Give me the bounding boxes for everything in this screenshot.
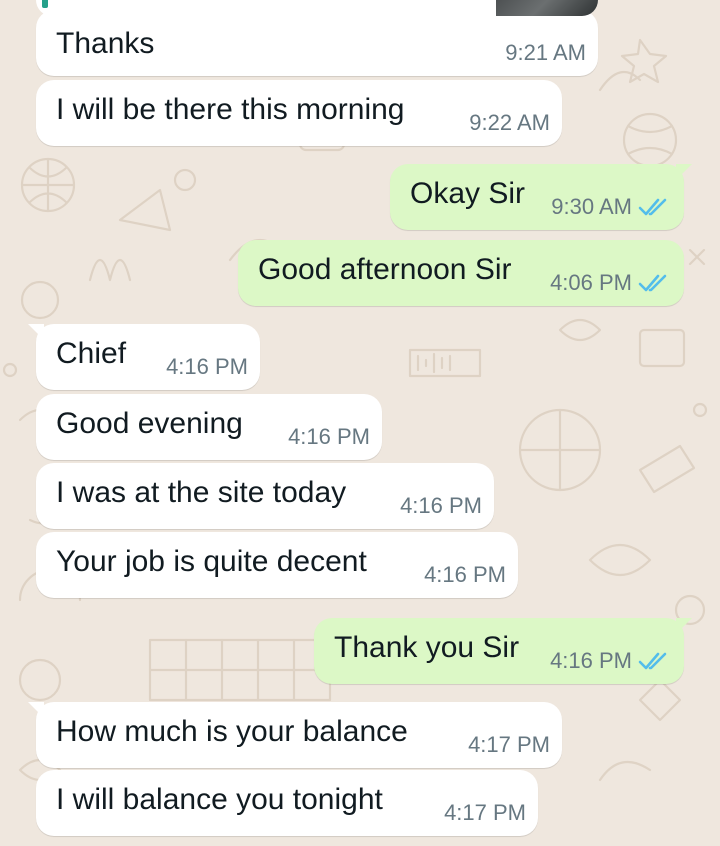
double-check-read-icon <box>638 198 667 216</box>
quote-text-cutoff <box>56 0 476 2</box>
message-meta: 4:16 PM <box>424 562 506 588</box>
message-text: Thanks <box>56 27 155 60</box>
message-time: 4:16 PM <box>400 493 482 518</box>
message-time: 4:16 PM <box>424 562 506 587</box>
message-bubble-incoming[interactable]: I will balance you tonight 4:17 PM <box>36 770 538 836</box>
message-meta: 4:06 PM <box>550 270 670 296</box>
message-text: Your job is quite decent <box>56 545 367 578</box>
message-bubble-incoming[interactable]: Thanks 9:21 AM <box>36 10 598 76</box>
bubble-tail <box>28 702 44 718</box>
message-bubble-incoming[interactable]: I was at the site today 4:16 PM <box>36 463 494 529</box>
message-bubble-outgoing[interactable]: Okay Sir 9:30 AM <box>390 164 692 230</box>
message-bubble-incoming[interactable]: I will be there this morning 9:22 AM <box>36 80 562 146</box>
message-time: 9:21 AM <box>505 40 586 65</box>
message-time: 4:16 PM <box>550 648 632 673</box>
message-meta: 9:22 AM <box>469 110 550 136</box>
message-meta: 4:16 PM <box>288 424 370 450</box>
message-time: 4:06 PM <box>550 270 632 295</box>
message-time: 4:16 PM <box>288 424 370 449</box>
bubble-tail <box>676 618 692 634</box>
double-check-read-icon <box>638 652 667 670</box>
message-time: 4:17 PM <box>444 800 526 825</box>
message-time: 4:16 PM <box>166 354 248 379</box>
message-text: I was at the site today <box>56 476 347 509</box>
double-check-read-icon <box>638 274 667 292</box>
message-text: Good afternoon Sir <box>258 253 512 286</box>
message-bubble-incoming[interactable]: Chief 4:16 PM <box>28 324 260 390</box>
message-text: I will be there this morning <box>56 93 405 126</box>
message-time: 9:22 AM <box>469 110 550 135</box>
message-meta: 4:16 PM <box>400 493 482 519</box>
message-bubble-outgoing[interactable]: Thank you Sir 4:16 PM <box>314 618 692 684</box>
quoted-message-preview[interactable] <box>36 0 598 16</box>
message-bubble-incoming[interactable]: Your job is quite decent 4:16 PM <box>36 532 518 598</box>
message-time: 4:17 PM <box>468 732 550 757</box>
message-bubble-incoming[interactable]: Good evening 4:16 PM <box>36 394 382 460</box>
message-meta: 9:30 AM <box>551 194 670 220</box>
bubble-tail <box>676 164 692 180</box>
message-time: 9:30 AM <box>551 194 632 219</box>
message-text: Good evening <box>56 407 243 440</box>
message-text: How much is your balance <box>56 715 408 748</box>
message-meta: 4:16 PM <box>166 354 248 380</box>
message-bubble-outgoing[interactable]: Good afternoon Sir 4:06 PM <box>238 240 684 306</box>
message-meta: 4:17 PM <box>468 732 550 758</box>
message-bubble-incoming[interactable]: How much is your balance 4:17 PM <box>28 702 562 768</box>
message-text: Chief <box>56 337 127 370</box>
message-meta: 9:21 AM <box>505 40 586 66</box>
image-thumbnail[interactable] <box>496 0 598 16</box>
bubble-tail <box>28 324 44 340</box>
message-meta: 4:16 PM <box>550 648 670 674</box>
message-text: Okay Sir <box>410 177 526 210</box>
message-text: Thank you Sir <box>334 631 520 664</box>
message-meta: 4:17 PM <box>444 800 526 826</box>
quote-accent-bar <box>42 0 48 8</box>
message-list: Thanks 9:21 AM I will be there this morn… <box>0 0 720 846</box>
message-text: I will balance you tonight <box>56 783 383 816</box>
